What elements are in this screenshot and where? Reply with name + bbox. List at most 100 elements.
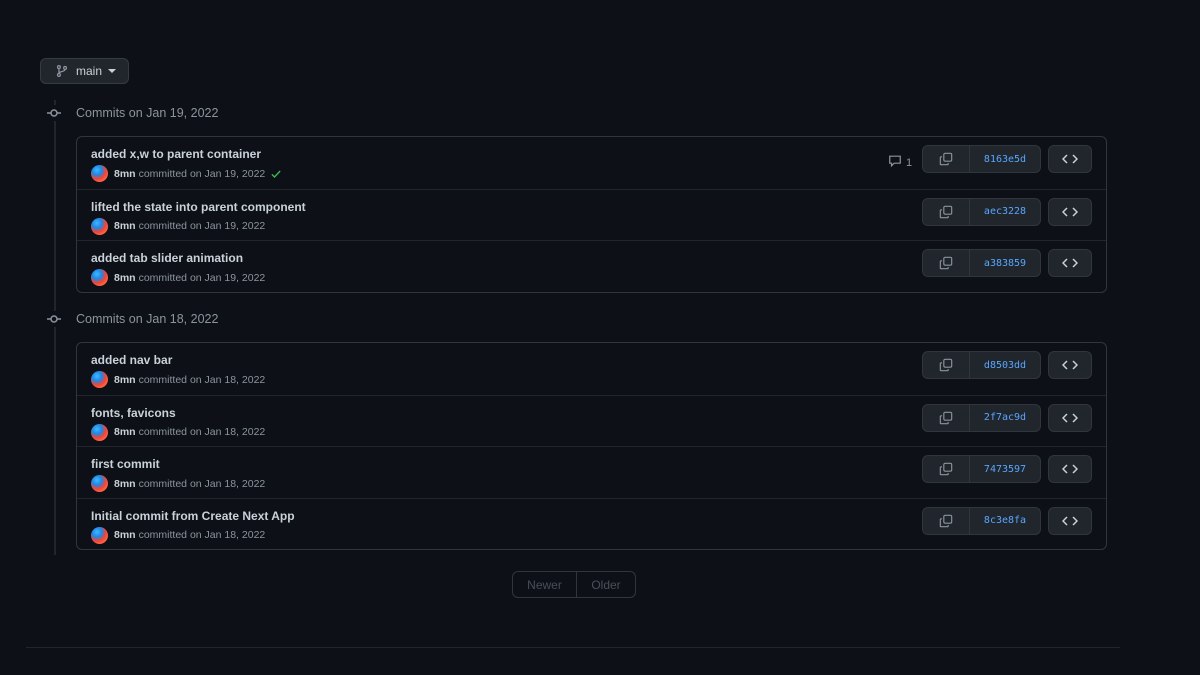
- older-button[interactable]: Older: [577, 572, 635, 597]
- commit-date: committed on Jan 19, 2022: [138, 167, 266, 180]
- copy-icon: [939, 358, 953, 372]
- commit-title[interactable]: added nav bar: [91, 353, 172, 367]
- caret-down-icon: [108, 69, 117, 73]
- commit-date: committed on Jan 18, 2022: [138, 477, 266, 490]
- browse-repo-button[interactable]: [1048, 455, 1092, 483]
- comment-count[interactable]: 1: [888, 154, 912, 171]
- commit-author[interactable]: 8mn: [114, 220, 136, 232]
- avatar[interactable]: [91, 269, 108, 286]
- commit-title[interactable]: first commit: [91, 457, 160, 471]
- code-icon: [1062, 154, 1078, 164]
- browse-repo-button[interactable]: [1048, 249, 1092, 277]
- git-branch-icon: [55, 64, 69, 78]
- code-icon: [1062, 360, 1078, 370]
- commit-sha-link[interactable]: a383859: [970, 250, 1040, 276]
- branch-select-button[interactable]: main: [40, 58, 129, 84]
- copy-sha-button[interactable]: [923, 507, 970, 534]
- commit-row: Initial commit from Create Next App 8mn …: [77, 497, 1106, 550]
- sha-button-group: d8503dd: [922, 351, 1041, 379]
- browse-repo-button[interactable]: [1048, 506, 1092, 535]
- sha-button-group: a383859: [922, 249, 1041, 277]
- commit-row: lifted the state into parent component 8…: [77, 188, 1106, 241]
- commit-title[interactable]: lifted the state into parent component: [91, 200, 306, 214]
- commit-meta: 8mn committed on Jan 18, 2022: [91, 526, 266, 544]
- commit-title[interactable]: fonts, favicons: [91, 406, 176, 420]
- sha-button-group: 2f7ac9d: [922, 403, 1041, 432]
- avatar[interactable]: [91, 371, 108, 388]
- commit-date: committed on Jan 18, 2022: [138, 529, 266, 541]
- commit-date: committed on Jan 19, 2022: [138, 271, 266, 284]
- copy-sha-button[interactable]: [923, 250, 970, 276]
- commit-row: added nav bar 8mn committed on Jan 18, 2…: [77, 343, 1106, 395]
- code-icon: [1062, 258, 1078, 268]
- pagination: Newer Older: [512, 571, 636, 598]
- avatar[interactable]: [91, 526, 108, 544]
- sha-button-group: 8c3e8fa: [922, 506, 1041, 535]
- branch-name: main: [76, 64, 103, 78]
- commit-meta: 8mn committed on Jan 18, 2022: [91, 423, 266, 441]
- commit-row: first commit 8mn committed on Jan 18, 20…: [77, 446, 1106, 498]
- commit-author[interactable]: 8mn: [114, 374, 136, 386]
- avatar[interactable]: [91, 165, 108, 182]
- code-icon: [1062, 515, 1078, 526]
- copy-sha-button[interactable]: [923, 352, 970, 378]
- commit-sha-link[interactable]: 8c3e8fa: [970, 508, 1040, 534]
- copy-sha-button[interactable]: [923, 456, 970, 482]
- commit-author[interactable]: 8mn: [114, 478, 136, 490]
- commit-author[interactable]: 8mn: [114, 529, 136, 541]
- sha-button-group: aec3228: [922, 197, 1041, 226]
- avatar[interactable]: [91, 217, 108, 235]
- browse-repo-button[interactable]: [1048, 351, 1092, 379]
- commit-meta: 8mn committed on Jan 19, 2022: [91, 269, 265, 286]
- commit-list: added x,w to parent container 8mn commit…: [76, 136, 1107, 293]
- copy-icon: [939, 514, 953, 527]
- commit-meta: 8mn committed on Jan 19, 2022: [91, 217, 265, 235]
- copy-icon: [939, 152, 953, 166]
- avatar[interactable]: [91, 423, 108, 441]
- git-commit-icon: [46, 105, 62, 121]
- commit-title[interactable]: added tab slider animation: [91, 251, 243, 265]
- commit-group-heading: Commits on Jan 18, 2022: [46, 311, 218, 327]
- commit-title[interactable]: added x,w to parent container: [91, 147, 261, 161]
- commit-sha-link[interactable]: 2f7ac9d: [970, 405, 1040, 431]
- sha-button-group: 7473597: [922, 455, 1041, 483]
- commit-sha-link[interactable]: 7473597: [970, 456, 1040, 482]
- commit-author[interactable]: 8mn: [114, 426, 136, 438]
- commit-author[interactable]: 8mn: [114, 272, 136, 284]
- copy-icon: [939, 462, 953, 476]
- comment-icon: [888, 154, 902, 171]
- commit-row: added x,w to parent container 8mn commit…: [77, 137, 1106, 189]
- commit-sha-link[interactable]: aec3228: [970, 199, 1040, 225]
- git-commit-icon: [46, 311, 62, 327]
- copy-icon: [939, 411, 953, 424]
- copy-sha-button[interactable]: [923, 146, 970, 172]
- code-icon: [1062, 464, 1078, 474]
- browse-repo-button[interactable]: [1048, 403, 1092, 432]
- copy-sha-button[interactable]: [923, 404, 970, 431]
- browse-repo-button[interactable]: [1048, 145, 1092, 173]
- avatar[interactable]: [91, 475, 108, 492]
- code-icon: [1062, 206, 1078, 217]
- commit-title[interactable]: Initial commit from Create Next App: [91, 509, 295, 523]
- commit-row: fonts, favicons 8mn committed on Jan 18,…: [77, 394, 1106, 447]
- check-icon[interactable]: [270, 168, 282, 180]
- copy-sha-button[interactable]: [923, 198, 970, 225]
- commit-row: added tab slider animation 8mn committed…: [77, 240, 1106, 292]
- commit-sha-link[interactable]: 8163e5d: [970, 146, 1040, 172]
- footer-divider: [26, 647, 1120, 648]
- commit-list: added nav bar 8mn committed on Jan 18, 2…: [76, 342, 1107, 550]
- copy-icon: [939, 205, 953, 218]
- commit-meta: 8mn committed on Jan 18, 2022: [91, 371, 265, 388]
- commit-sha-link[interactable]: d8503dd: [970, 352, 1040, 378]
- commit-meta: 8mn committed on Jan 19, 2022: [91, 165, 282, 182]
- commit-group-heading: Commits on Jan 19, 2022: [46, 105, 218, 121]
- sha-button-group: 8163e5d: [922, 145, 1041, 173]
- newer-button[interactable]: Newer: [513, 572, 577, 597]
- timeline-line: [54, 100, 56, 555]
- browse-repo-button[interactable]: [1048, 197, 1092, 226]
- commit-meta: 8mn committed on Jan 18, 2022: [91, 475, 265, 492]
- commit-author[interactable]: 8mn: [114, 168, 136, 180]
- code-icon: [1062, 412, 1078, 423]
- commit-date: committed on Jan 18, 2022: [138, 426, 266, 438]
- commit-date: committed on Jan 18, 2022: [138, 373, 266, 386]
